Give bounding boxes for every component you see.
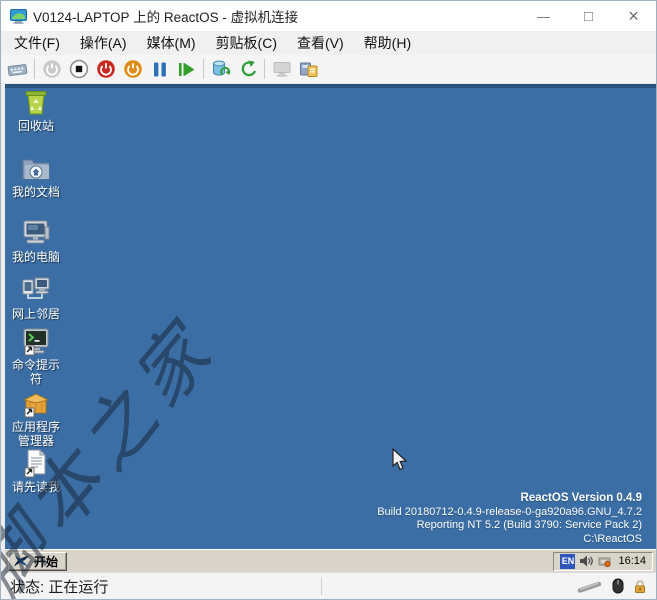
desktop-top-shadow	[5, 84, 656, 88]
vm-display-area: 回收站 我的文档	[1, 84, 656, 572]
statusbar-icons	[577, 578, 647, 594]
speaker-icon[interactable]	[579, 554, 594, 568]
start-vm-button[interactable]	[38, 57, 65, 82]
start-button-label: 开始	[34, 553, 58, 570]
vm-status-text: 状态: 正在运行	[10, 576, 108, 597]
desktop-icon-label: 命令提示符	[7, 359, 65, 387]
statusbar-separator	[321, 577, 322, 595]
share-icon	[299, 60, 319, 78]
version-line: ReactOS Version 0.4.9	[377, 492, 642, 506]
mouse-cursor	[391, 448, 408, 472]
menu-view[interactable]: 查看(V)	[287, 31, 354, 55]
desktop-icon-label: 请先读我	[12, 481, 60, 495]
readme-icon	[20, 447, 52, 479]
revert-button[interactable]	[234, 57, 261, 82]
desktop-icon-label: 应用程序管理器	[7, 421, 65, 449]
recycle-bin-icon	[20, 86, 52, 118]
checkpoint-icon	[211, 59, 231, 79]
version-line: C:\ReactOS	[377, 533, 642, 547]
reactos-desktop[interactable]: 回收站 我的文档	[5, 84, 656, 549]
desktop-icon-command-prompt[interactable]: 命令提示符	[7, 325, 65, 387]
desktop-icon-recycle-bin[interactable]: 回收站	[7, 86, 65, 134]
menu-file[interactable]: 文件(F)	[4, 31, 70, 55]
checkpoint-button[interactable]	[207, 57, 234, 82]
desktop-icon-label: 我的文档	[12, 186, 60, 200]
my-documents-icon	[20, 152, 52, 184]
minimize-button[interactable]: —	[521, 1, 566, 31]
desktop-icon-my-documents[interactable]: 我的文档	[7, 152, 65, 200]
menu-help[interactable]: 帮助(H)	[354, 31, 421, 55]
start-button[interactable]: 开始	[8, 552, 67, 571]
zoom-tool-icon	[577, 580, 603, 593]
turn-off-button[interactable]	[65, 57, 92, 82]
language-indicator[interactable]: EN	[560, 554, 575, 569]
enhanced-session-icon	[272, 61, 292, 78]
my-computer-icon	[20, 217, 52, 249]
lock-icon	[633, 579, 647, 594]
reactos-version-info: ReactOS Version 0.4.9 Build 20180712-0.4…	[377, 492, 642, 546]
menu-action[interactable]: 操作(A)	[70, 31, 137, 55]
network-places-icon	[20, 274, 52, 306]
menu-media[interactable]: 媒体(M)	[137, 31, 206, 55]
desktop-icon-application-manager[interactable]: 应用程序管理器	[7, 387, 65, 449]
hyperv-app-icon	[10, 9, 27, 24]
hardware-tray-icon[interactable]	[598, 555, 612, 568]
desktop-icon-label: 网上邻居	[12, 308, 60, 322]
desktop-icon-my-computer[interactable]: 我的电脑	[7, 217, 65, 265]
desktop-icon-readme[interactable]: 请先读我	[7, 447, 65, 495]
reactos-screen: 回收站 我的文档	[5, 84, 656, 572]
save-vm-button[interactable]	[119, 57, 146, 82]
window-controls: — □ ×	[521, 1, 656, 31]
reactos-logo-icon	[13, 554, 30, 568]
window-title: V0124-LAPTOP 上的 ReactOS - 虚拟机连接	[33, 6, 298, 26]
start-icon	[42, 59, 62, 79]
version-line: Reporting NT 5.2 (Build 3790: Service Pa…	[377, 519, 642, 533]
close-button[interactable]: ×	[611, 1, 656, 31]
version-line: Build 20180712-0.4.9-release-0-ga920a96.…	[377, 506, 642, 520]
maximize-button[interactable]: □	[566, 1, 611, 31]
command-prompt-icon	[20, 325, 52, 357]
vmconnect-window: V0124-LAPTOP 上的 ReactOS - 虚拟机连接 — □ × 文件…	[0, 0, 657, 600]
menu-bar: 文件(F) 操作(A) 媒体(M) 剪贴板(C) 查看(V) 帮助(H)	[1, 31, 656, 55]
ctrl-alt-del-button[interactable]	[4, 57, 31, 82]
reactos-taskbar[interactable]: 开始 EN 16:14	[5, 549, 656, 572]
toolbar-separator	[203, 59, 204, 79]
toolbar	[1, 55, 656, 84]
status-bar: 状态: 正在运行	[1, 572, 656, 599]
system-tray: EN 16:14	[553, 552, 653, 571]
reset-button[interactable]	[173, 57, 200, 82]
reset-icon	[177, 61, 196, 78]
shut-down-icon	[96, 59, 116, 79]
desktop-icon-network-places[interactable]: 网上邻居	[7, 274, 65, 322]
turn-off-icon	[69, 59, 89, 79]
pause-icon	[152, 61, 168, 78]
title-bar: V0124-LAPTOP 上的 ReactOS - 虚拟机连接 — □ ×	[1, 1, 656, 31]
mouse-capture-icon	[612, 578, 624, 594]
pause-button[interactable]	[146, 57, 173, 82]
enhanced-session-button[interactable]	[268, 57, 295, 82]
revert-icon	[238, 59, 258, 79]
application-manager-icon	[20, 387, 52, 419]
shut-down-button[interactable]	[92, 57, 119, 82]
share-button[interactable]	[295, 57, 322, 82]
ctrl-alt-del-icon	[7, 62, 29, 77]
desktop-icon-label: 回收站	[18, 120, 54, 134]
save-icon	[123, 59, 143, 79]
taskbar-clock[interactable]: 16:14	[616, 555, 646, 567]
toolbar-separator	[264, 59, 265, 79]
menu-clipboard[interactable]: 剪贴板(C)	[206, 31, 287, 55]
desktop-icon-label: 我的电脑	[12, 251, 60, 265]
toolbar-separator	[34, 59, 35, 79]
